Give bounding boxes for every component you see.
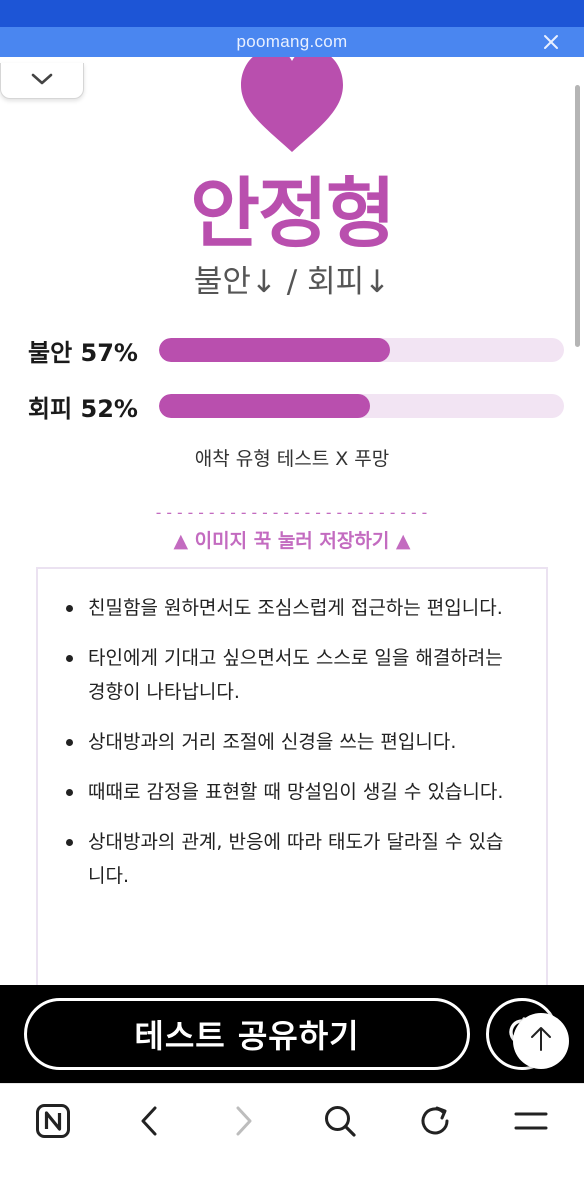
share-bar: 테스트 공유하기	[0, 985, 584, 1083]
status-strip	[0, 0, 584, 27]
close-icon[interactable]	[540, 31, 562, 53]
menu-button[interactable]	[509, 1101, 553, 1145]
share-button-label: 테스트 공유하기	[134, 1017, 360, 1055]
stat-fill	[159, 394, 370, 418]
description-item: 상대방과의 관계, 반응에 따라 태도가 달라질 수 있습니다.	[66, 825, 516, 893]
scroll-top-button[interactable]	[513, 1013, 569, 1069]
description-item: 친밀함을 원하면서도 조심스럽게 접근하는 편입니다.	[66, 591, 516, 625]
collapse-toolbar-button[interactable]	[0, 63, 84, 99]
test-credit: 애착 유형 테스트 X 푸망	[194, 448, 390, 470]
search-icon	[323, 1104, 357, 1142]
divider-dashes: --------------------------	[153, 503, 431, 522]
reload-icon	[418, 1104, 452, 1142]
stat-label: 회피 52%	[28, 394, 138, 423]
stat-fill	[159, 338, 390, 362]
description-item: 타인에게 기대고 싶으면서도 스스로 일을 해결하려는 경향이 나타납니다.	[66, 641, 516, 709]
forward-button[interactable]	[222, 1101, 266, 1145]
description-box: 친밀함을 원하면서도 조심스럽게 접근하는 편입니다. 타인에게 기대고 싶으면…	[36, 567, 548, 985]
naver-n-icon	[35, 1103, 71, 1143]
arrow-up-icon	[529, 1026, 553, 1056]
stat-track	[159, 394, 564, 418]
share-test-button[interactable]: 테스트 공유하기	[24, 998, 470, 1070]
description-item: 상대방과의 거리 조절에 신경을 쓰는 편입니다.	[66, 725, 516, 759]
stat-label: 불안 57%	[28, 338, 138, 367]
search-button[interactable]	[318, 1101, 362, 1145]
url-text: poomang.com	[236, 32, 348, 51]
web-page: 안정형 불안↓ / 회피↓ 불안 57% 회피 52% 애착 유형 테스트 X …	[0, 57, 584, 985]
url-bar[interactable]: poomang.com	[0, 27, 584, 57]
save-image-hint: ▲ 이미지 꾹 눌러 저장하기 ▲	[173, 530, 411, 552]
description-item: 때때로 감정을 표현할 때 망설임이 생길 수 있습니다.	[66, 775, 516, 809]
description-list: 친밀함을 원하면서도 조심스럽게 접근하는 편입니다. 타인에게 기대고 싶으면…	[38, 569, 546, 893]
menu-icon	[513, 1109, 549, 1137]
chevron-left-icon	[138, 1105, 160, 1141]
browser-bottom-nav	[0, 1083, 584, 1200]
chevron-down-icon	[31, 71, 53, 90]
heart-icon	[237, 57, 347, 153]
result-type-title: 안정형	[190, 169, 396, 258]
stat-row-anxiety: 불안 57%	[28, 335, 568, 367]
result-subtitle: 불안↓ / 회피↓	[193, 264, 391, 300]
back-button[interactable]	[127, 1101, 171, 1145]
stat-row-avoidance: 회피 52%	[28, 391, 568, 423]
home-button[interactable]	[31, 1101, 75, 1145]
chevron-right-icon	[233, 1105, 255, 1141]
stat-track	[159, 338, 564, 362]
reload-button[interactable]	[413, 1101, 457, 1145]
